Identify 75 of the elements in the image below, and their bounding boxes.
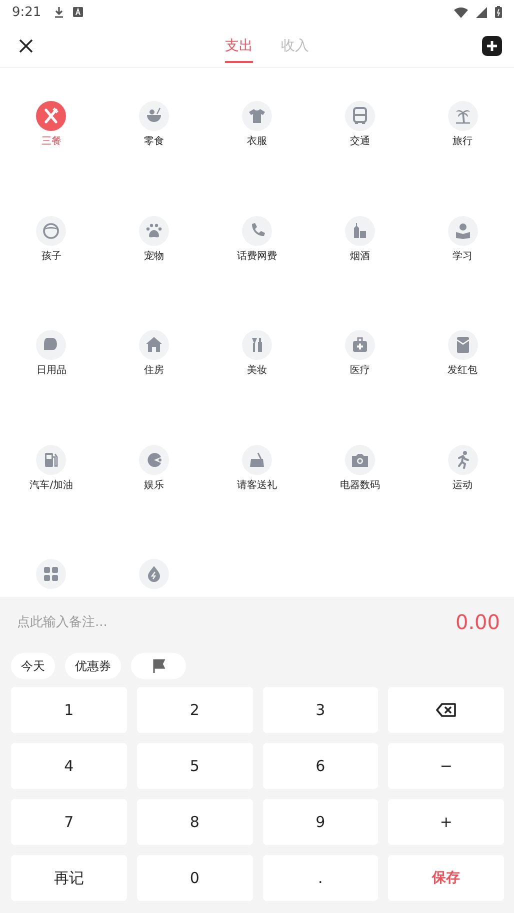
key-button[interactable]: 9 — [262, 799, 378, 845]
signal-icon — [476, 6, 487, 18]
key-button[interactable]: + — [388, 799, 504, 845]
clock-time: 9:21 — [12, 4, 42, 20]
palm-tree-icon — [448, 101, 478, 131]
key-button[interactable]: 4 — [11, 743, 127, 789]
fork-knife-icon — [36, 101, 66, 131]
category-button[interactable]: 日用品 — [36, 330, 66, 377]
category-button[interactable]: 烟酒 — [344, 216, 375, 262]
makeup-icon — [242, 330, 272, 360]
download-icon — [53, 6, 66, 18]
chip[interactable]: 优惠券 — [65, 653, 121, 679]
category-button[interactable] — [36, 559, 66, 589]
backspace-button[interactable] — [388, 687, 504, 733]
category-button[interactable] — [139, 559, 170, 589]
key-button[interactable]: 0 — [136, 855, 252, 901]
flag-button[interactable] — [131, 653, 186, 679]
category-button[interactable]: 旅行 — [448, 101, 478, 148]
category-button[interactable]: 娱乐 — [139, 444, 170, 492]
category-button[interactable]: 孩子 — [36, 216, 66, 262]
wifi-icon — [454, 6, 468, 18]
drop-icon — [139, 559, 170, 589]
flag-icon — [152, 659, 166, 673]
add-icon — [482, 36, 502, 56]
key-button[interactable]: 3 — [262, 687, 378, 733]
phone-icon — [242, 216, 272, 246]
key-button[interactable]: 7 — [11, 799, 127, 845]
category-button[interactable]: 话费网费 — [236, 216, 277, 262]
close-icon — [19, 38, 33, 52]
shirt-icon — [242, 101, 272, 131]
category-button[interactable]: 美妆 — [242, 330, 272, 377]
note-field[interactable]: 点此输入备注... — [17, 614, 267, 630]
letter-badge-icon — [73, 7, 84, 17]
category-button[interactable]: 汽车/加油 — [30, 444, 74, 492]
add-button[interactable] — [482, 36, 502, 56]
chip[interactable]: 今天 — [11, 653, 55, 679]
category-button[interactable]: 发红包 — [448, 330, 478, 377]
battery-icon — [495, 6, 502, 18]
pacman-icon — [139, 444, 170, 474]
category-button[interactable]: 交通 — [344, 101, 375, 148]
camera-icon — [344, 444, 375, 474]
medical-kit-icon — [344, 330, 375, 360]
key-button[interactable]: 5 — [136, 743, 252, 789]
key-button[interactable]: . — [262, 855, 378, 901]
grid-icon — [36, 559, 66, 589]
key-button[interactable]: 2 — [136, 687, 252, 733]
backspace-icon — [436, 703, 456, 717]
fuel-pump-icon — [36, 444, 66, 474]
key-button[interactable]: 1 — [11, 687, 127, 733]
category-button[interactable]: 电器数码 — [340, 444, 380, 492]
key-button[interactable]: − — [388, 743, 504, 789]
category-button[interactable]: 零食 — [139, 101, 170, 148]
bowl-icon — [139, 101, 170, 131]
category-button[interactable]: 住房 — [139, 330, 170, 377]
reader-icon — [448, 216, 478, 246]
envelope-icon — [448, 330, 478, 360]
key-button[interactable]: 8 — [136, 799, 252, 845]
amount-text: 0.00 — [455, 610, 500, 634]
category-button[interactable]: 医疗 — [344, 330, 375, 377]
house-icon — [139, 330, 170, 360]
bus-icon — [344, 101, 375, 131]
category-button[interactable]: 请客送礼 — [236, 444, 277, 492]
category-button[interactable]: 衣服 — [242, 101, 272, 148]
bottle-icon — [344, 216, 375, 246]
category-button[interactable]: 宠物 — [139, 216, 170, 262]
category-button[interactable]: 三餐 — [36, 101, 66, 148]
key-button[interactable]: 6 — [262, 743, 378, 789]
category-button[interactable]: 运动 — [448, 444, 478, 492]
paw-icon — [139, 216, 170, 246]
save-button[interactable]: 保存 — [388, 855, 504, 901]
tab[interactable]: 支出 — [225, 28, 253, 62]
runner-icon — [448, 444, 478, 474]
key-button[interactable]: 再记 — [11, 855, 127, 901]
category-button[interactable]: 学习 — [448, 216, 478, 262]
face-icon — [36, 216, 66, 246]
